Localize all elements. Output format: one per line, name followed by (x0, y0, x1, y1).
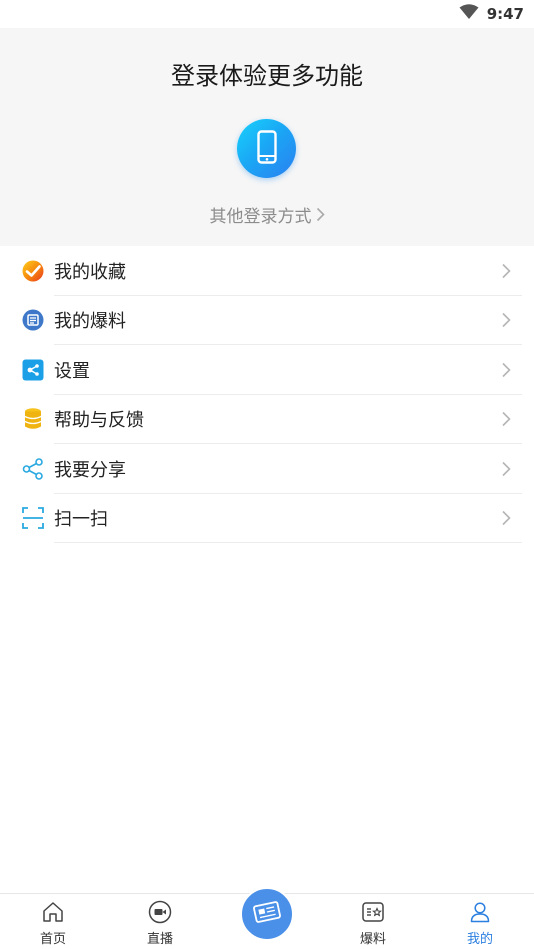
menu-item-label: 帮助与反馈 (54, 410, 144, 432)
favorites-icon (21, 259, 45, 283)
tab-label: 爆料 (359, 932, 386, 947)
reports-icon (21, 308, 45, 332)
tab-home[interactable]: 首页 (0, 894, 106, 949)
phone-icon (256, 129, 277, 168)
chevron-right-icon (316, 207, 325, 227)
chevron-right-icon (500, 263, 512, 279)
chevron-right-icon (500, 461, 512, 477)
status-time: 9:47 (486, 5, 524, 23)
other-login-link[interactable]: 其他登录方式 (0, 202, 534, 227)
tab-live[interactable]: 直播 (107, 894, 213, 949)
menu-item-label: 我要分享 (54, 459, 126, 481)
newspaper-icon (252, 899, 282, 929)
chevron-right-icon (500, 510, 512, 526)
other-login-label: 其他登录方式 (209, 207, 312, 227)
menu-item-label: 我的收藏 (54, 261, 126, 283)
center-publish-button[interactable] (240, 887, 294, 941)
menu-item-help-feedback[interactable]: 帮助与反馈 (0, 395, 534, 445)
menu-list: 我的收藏 我的爆料 设置 帮助与反馈 我要分享 扫一扫 (0, 246, 534, 543)
chevron-right-icon (500, 362, 512, 378)
menu-item-label: 我的爆料 (54, 311, 126, 333)
phone-login-button[interactable] (237, 119, 296, 178)
menu-item-settings[interactable]: 设置 (0, 345, 534, 395)
user-icon (468, 900, 492, 924)
login-panel: 登录体验更多功能 其他登录方式 (0, 28, 534, 246)
menu-item-scan[interactable]: 扫一扫 (0, 494, 534, 544)
scan-icon (21, 506, 45, 530)
report-star-icon (361, 900, 385, 924)
menu-item-label: 扫一扫 (54, 509, 108, 531)
tab-mine[interactable]: 我的 (427, 894, 533, 949)
wifi-icon (459, 4, 479, 24)
menu-item-label: 设置 (54, 360, 90, 382)
help-feedback-icon (21, 407, 45, 431)
status-bar: 9:47 (0, 0, 534, 28)
menu-item-share[interactable]: 我要分享 (0, 444, 534, 494)
menu-item-reports[interactable]: 我的爆料 (0, 296, 534, 346)
tab-label: 直播 (146, 932, 173, 947)
chevron-right-icon (500, 312, 512, 328)
home-icon (41, 900, 65, 924)
menu-item-favorites[interactable]: 我的收藏 (0, 246, 534, 296)
settings-icon (21, 358, 45, 382)
video-icon (148, 900, 172, 924)
tab-label: 我的 (466, 932, 493, 947)
login-title: 登录体验更多功能 (171, 62, 363, 90)
share-icon (21, 457, 45, 481)
chevron-right-icon (500, 411, 512, 427)
tab-reports[interactable]: 爆料 (320, 894, 426, 949)
status-indicators: 9:47 (459, 4, 524, 24)
tab-label: 首页 (39, 932, 66, 947)
